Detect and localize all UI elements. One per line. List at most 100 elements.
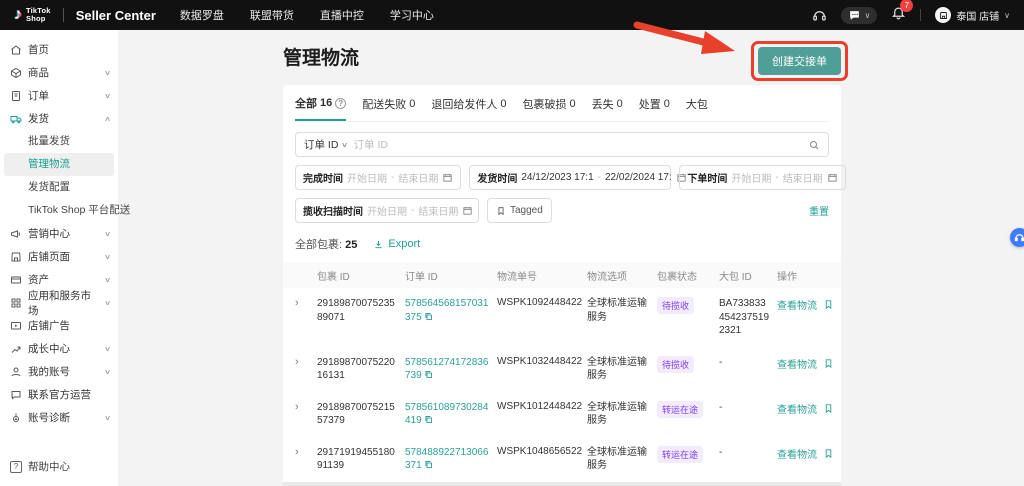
divider [920,9,921,21]
logistics-option: 全球标准运输服务 [587,297,657,324]
expand-row-icon[interactable]: › [295,401,317,414]
sidebar-item-platform-delivery[interactable]: TikTok Shop 平台配送 [0,199,118,222]
chevron-down-icon: ∨ [104,253,111,261]
nav-live-center[interactable]: 直播中控 [320,7,364,23]
export-button[interactable]: Export [373,238,420,250]
bookmark-icon[interactable] [823,358,834,369]
sidebar-item-bulk-ship[interactable]: 批量发货 [0,130,118,153]
sidebar-item-shop-pages[interactable]: 店铺页面∨ [0,245,118,268]
growth-chart-icon [10,343,22,355]
chevron-down-icon: ∨ [104,69,111,77]
account-menu[interactable]: 泰国 店铺 ∨ [935,7,1010,23]
filter-pickup-scan-time[interactable]: 揽收扫描时间 开始日期- 结束日期 [295,198,479,223]
sidebar-item-orders[interactable]: 订单∨ [0,84,118,107]
view-logistics-link[interactable]: 查看物流 [777,401,817,416]
tab-all[interactable]: 全部16 ? [295,95,346,121]
sidebar-item-contact-official[interactable]: 联系官方运营 [0,383,118,406]
floating-assistant-button[interactable] [1010,228,1024,247]
waybill-number: WSPK1012448422 [497,401,587,412]
sidebar-item-my-account[interactable]: 我的账号∨ [0,360,118,383]
help-circle-icon[interactable]: ? [335,98,346,109]
bookmark-icon[interactable] [823,403,834,414]
tab-delivery-failed[interactable]: 配送失败0 [362,95,415,121]
logistics-card: 全部16 ? 配送失败0 退回给发件人0 包裹破损0 丢失0 处置0 大包 订单… [283,85,841,486]
tab-lost[interactable]: 丢失0 [592,95,623,121]
waybill-number: WSPK1048656522 [497,446,587,457]
seller-center-title[interactable]: Seller Center [76,8,156,23]
sidebar-item-shop-ads[interactable]: 店铺广告 [0,314,118,337]
big-package-id: - [719,446,777,460]
expand-row-icon[interactable]: › [295,297,317,310]
table-row[interactable]: › 2918987007523589071 578564568157031375… [283,288,841,347]
chat-messages-button[interactable]: ∨ [841,7,878,24]
home-icon [10,44,22,56]
sidebar-item-shipping[interactable]: 发货∧ [0,107,118,130]
tiktok-shop-logo[interactable]: ♪ TikTok Shop [14,7,51,23]
order-id-link[interactable]: 578564568157031375 [405,297,497,324]
search-field-select[interactable]: 订单 ID ∨ [304,137,348,152]
search-icon[interactable] [808,139,820,151]
copy-icon[interactable] [424,370,433,379]
sidebar-item-account-diagnosis[interactable]: 账号诊断∨ [0,406,118,429]
copy-icon[interactable] [424,460,433,469]
nav-affiliate[interactable]: 联盟带货 [250,7,294,23]
calendar-icon[interactable] [462,205,473,216]
filter-complete-time[interactable]: 完成时间 开始日期- 结束日期 [295,165,461,190]
sidebar-item-growth-center[interactable]: 成长中心∨ [0,337,118,360]
tab-disposal[interactable]: 处置0 [639,95,670,121]
packages-table: 包裹 ID 订单 ID 物流单号 物流选项 包裹状态 大包 ID 操作 › 29… [283,262,841,486]
reset-filters-link[interactable]: 重置 [809,203,829,218]
sidebar-item-home[interactable]: 首页 [0,38,118,61]
big-package-id: - [719,401,777,415]
view-logistics-link[interactable]: 查看物流 [777,446,817,461]
sidebar-item-marketing[interactable]: 营销中心∨ [0,222,118,245]
top-navbar: ♪ TikTok Shop Seller Center 数据罗盘 联盟带货 直播… [0,0,1024,30]
bookmark-icon[interactable] [823,448,834,459]
order-id-link[interactable]: 578561089730284419 [405,401,497,428]
table-row[interactable]: › 2918987007521557379 578561089730284419… [283,392,841,437]
logistics-option: 全球标准运输服务 [587,401,657,428]
filter-ship-time[interactable]: 发货时间 24/12/2023 17:1- 22/02/2024 17: [469,165,671,190]
tagged-filter-button[interactable]: Tagged [487,198,552,223]
contact-chat-icon [10,389,22,401]
sidebar-item-manage-logistics[interactable]: 管理物流 [4,153,114,176]
chevron-down-icon: ∨ [104,92,111,100]
total-packages-value: 25 [345,239,357,251]
sidebar-item-products[interactable]: 商品∨ [0,61,118,84]
search-bar[interactable]: 订单 ID ∨ 订单 ID [295,132,829,157]
tab-big-package[interactable]: 大包 [686,95,708,121]
support-headset-icon[interactable] [812,8,827,23]
filter-order-time[interactable]: 下单时间 开始日期- 结束日期 [679,165,845,190]
chevron-up-icon: ∧ [104,115,111,123]
create-handover-button[interactable]: 创建交接单 [758,47,841,75]
calendar-icon[interactable] [442,172,453,183]
table-row[interactable]: › 2917191945518091139 578488922713066371… [283,437,841,482]
nav-data-compass[interactable]: 数据罗盘 [180,7,224,23]
notifications-button[interactable]: 7 [891,5,906,25]
status-badge: 转运在途 [657,446,703,463]
wallet-card-icon [10,274,22,286]
logistics-option: 全球标准运输服务 [587,446,657,473]
order-id-link[interactable]: 578488922713066371 [405,446,497,473]
chevron-down-icon: ∨ [341,141,348,149]
tab-returned-to-sender[interactable]: 退回给发件人0 [431,95,506,121]
download-icon [373,239,384,250]
sidebar-item-help-center[interactable]: ? 帮助中心 [10,459,70,474]
sidebar-item-app-market[interactable]: 应用和服务市场∨ [0,291,118,314]
sidebar-item-shipping-config[interactable]: 发货配置 [0,176,118,199]
copy-icon[interactable] [424,312,433,321]
copy-icon[interactable] [424,415,433,424]
calendar-icon[interactable] [827,172,838,183]
table-row[interactable]: › 2918987007522016131 578561274172836739… [283,347,841,392]
search-input[interactable]: 订单 ID [354,137,802,152]
order-id-link[interactable]: 578561274172836739 [405,356,497,383]
table-row-highlighted[interactable]: › 2917191945518353283 578488930292370307… [283,482,841,486]
bookmark-icon[interactable] [823,299,834,310]
view-logistics-link[interactable]: 查看物流 [777,356,817,371]
expand-row-icon[interactable]: › [295,356,317,369]
view-logistics-link[interactable]: 查看物流 [777,297,817,312]
expand-row-icon[interactable]: › [295,446,317,459]
nav-learning-center[interactable]: 学习中心 [390,7,434,23]
big-package-id: - [719,356,777,370]
tab-package-damaged[interactable]: 包裹破损0 [523,95,576,121]
